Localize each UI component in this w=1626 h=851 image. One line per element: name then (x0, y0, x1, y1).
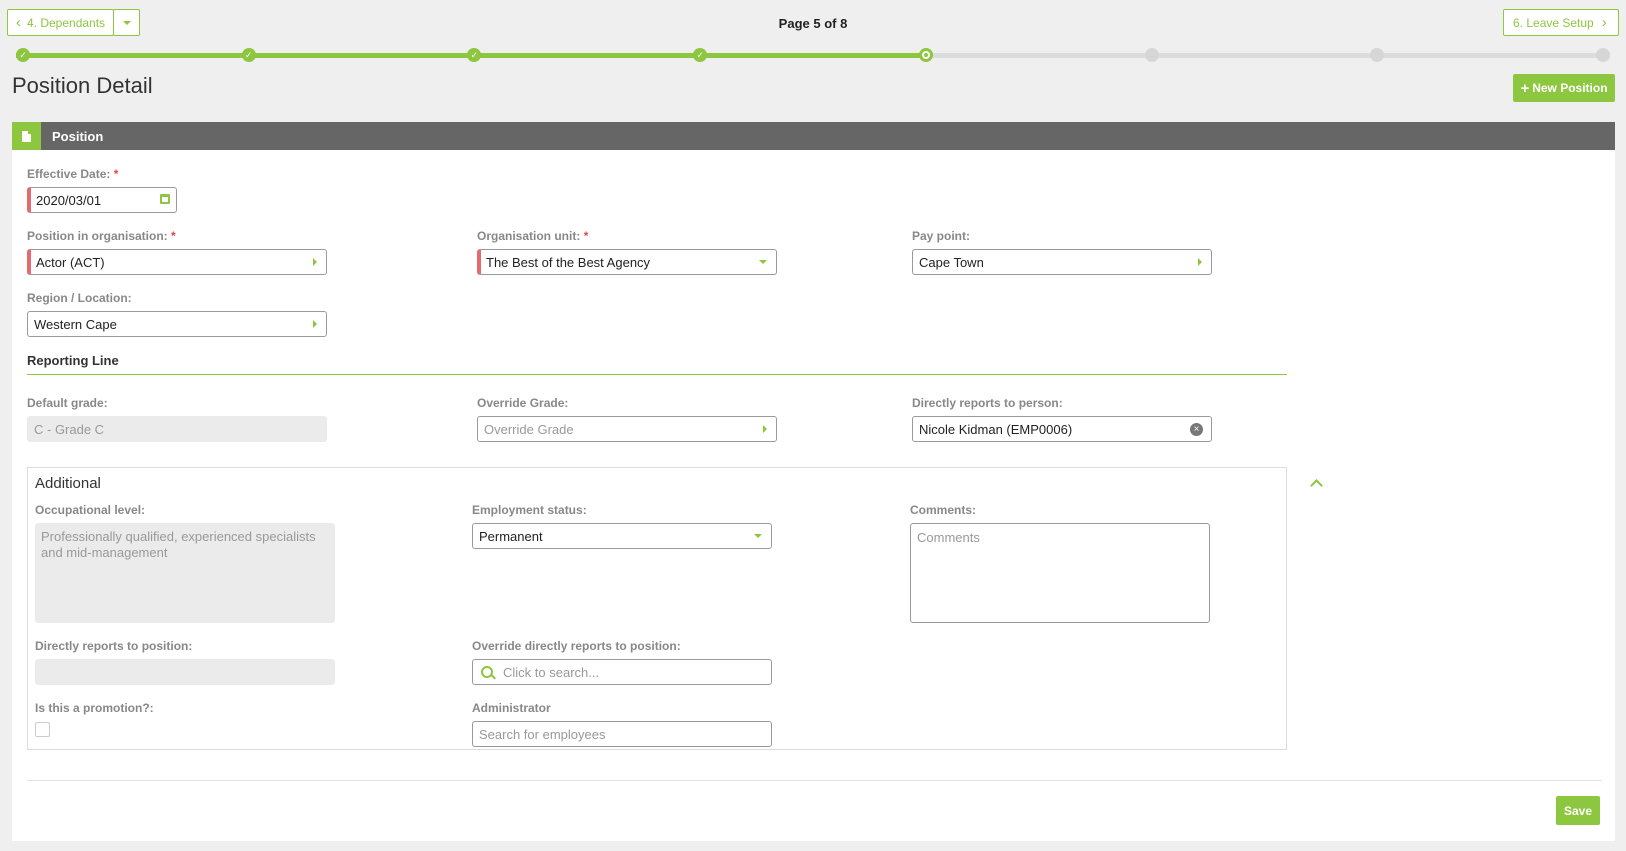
section-divider (27, 374, 1287, 375)
additional-title: Additional (35, 475, 101, 492)
reports-to-position-field (35, 659, 335, 685)
org-unit-label: Organisation unit: * (477, 229, 588, 243)
reports-to-person-value: Nicole Kidman (EMP0006) (919, 421, 1073, 437)
reports-to-person-label: Directly reports to person: (912, 396, 1063, 410)
progress-step-1: ✓ (16, 48, 30, 62)
position-in-org-label: Position in organisation: * (27, 229, 176, 243)
administrator-label: Administrator (472, 701, 551, 715)
progress-step-7 (1370, 48, 1385, 62)
position-in-org-select[interactable]: Actor (ACT) (27, 249, 327, 275)
administrator-search[interactable]: Search for employees (472, 721, 772, 747)
page-title: Position Detail (12, 73, 153, 98)
chevron-right-icon (763, 425, 767, 433)
occupational-level-field: Professionally qualified, experienced sp… (35, 523, 335, 623)
search-icon (481, 666, 496, 680)
promotion-checkbox[interactable] (35, 722, 50, 737)
plus-icon: + (1520, 79, 1530, 97)
required-mark: * (583, 229, 589, 243)
next-step-button[interactable]: 6. Leave Setup › (1503, 9, 1619, 36)
org-unit-select[interactable]: The Best of the Best Agency (477, 249, 777, 275)
override-reports-to-position-search[interactable]: Click to search... (472, 659, 772, 685)
calendar-icon[interactable] (160, 194, 170, 204)
effective-date-value: 2020/03/01 (36, 192, 102, 208)
chevron-right-icon: › (1601, 14, 1607, 31)
chevron-right-icon (313, 258, 317, 266)
progress-step-4: ✓ (693, 48, 708, 62)
progress-step-2: ✓ (241, 48, 256, 62)
position-in-org-value: Actor (ACT) (36, 254, 105, 270)
pay-point-value: Cape Town (919, 254, 984, 270)
effective-date-label: Effective Date: * (27, 167, 118, 181)
progress-step-3: ✓ (467, 48, 482, 62)
required-mark: * (171, 229, 176, 243)
override-reports-to-position-label: Override directly reports to position: (472, 639, 681, 653)
caret-down-icon (759, 260, 767, 264)
promotion-label: Is this a promotion?: (35, 701, 154, 715)
panel-title: Position (52, 129, 104, 144)
org-unit-label-text: Organisation unit: (477, 229, 581, 243)
footer-divider (27, 780, 1602, 781)
employment-status-label: Employment status: (472, 503, 587, 517)
default-grade-label: Default grade: (27, 396, 108, 410)
position-in-org-label-text: Position in organisation: (27, 229, 168, 243)
required-mark: * (113, 167, 119, 181)
clear-icon[interactable]: × (1190, 423, 1203, 436)
new-position-label: New Position (1532, 81, 1608, 95)
next-step-label: 6. Leave Setup (1513, 15, 1594, 30)
chevron-right-icon (313, 320, 317, 328)
save-label: Save (1563, 803, 1593, 818)
chevron-right-icon (1198, 258, 1202, 266)
region-select[interactable]: Western Cape (27, 311, 327, 337)
override-grade-label: Override Grade: (477, 396, 569, 410)
pay-point-label: Pay point: (912, 229, 971, 243)
comments-label: Comments: (910, 503, 977, 517)
progress-step-5 (918, 48, 933, 62)
progress-step-8 (1596, 48, 1610, 62)
override-grade-placeholder: Override Grade (484, 421, 574, 437)
employment-status-select[interactable]: Permanent (472, 523, 772, 549)
reporting-line-title: Reporting Line (27, 353, 119, 368)
reports-to-person-field[interactable]: Nicole Kidman (EMP0006) × (912, 416, 1212, 442)
progress-step-6 (1144, 48, 1159, 62)
employment-status-value: Permanent (479, 528, 543, 544)
region-value: Western Cape (34, 316, 117, 332)
comments-placeholder: Comments (917, 530, 980, 545)
comments-textarea[interactable]: Comments (910, 523, 1210, 623)
region-label: Region / Location: (27, 291, 132, 305)
wizard-progress: ✓ ✓ ✓ ✓ (16, 48, 1610, 62)
effective-date-label-text: Effective Date: (27, 167, 111, 181)
default-grade-field: C - Grade C (27, 416, 327, 442)
occupational-level-value: Professionally qualified, experienced sp… (41, 529, 316, 560)
search-placeholder: Click to search... (503, 664, 600, 680)
administrator-placeholder: Search for employees (479, 726, 606, 742)
reports-to-position-label: Directly reports to position: (35, 639, 193, 653)
new-position-button[interactable]: + New Position (1513, 74, 1615, 102)
panel-header: Position (12, 122, 1615, 150)
pay-point-select[interactable]: Cape Town (912, 249, 1212, 275)
effective-date-field[interactable]: 2020/03/01 (27, 187, 177, 213)
org-unit-value: The Best of the Best Agency (486, 254, 651, 270)
default-grade-value: C - Grade C (34, 421, 105, 437)
override-grade-select[interactable]: Override Grade (477, 416, 777, 442)
document-icon (12, 122, 41, 150)
caret-down-icon (754, 534, 762, 538)
save-button[interactable]: Save (1556, 796, 1600, 825)
occupational-level-label: Occupational level: (35, 503, 146, 517)
page-indicator: Page 5 of 8 (778, 16, 848, 31)
